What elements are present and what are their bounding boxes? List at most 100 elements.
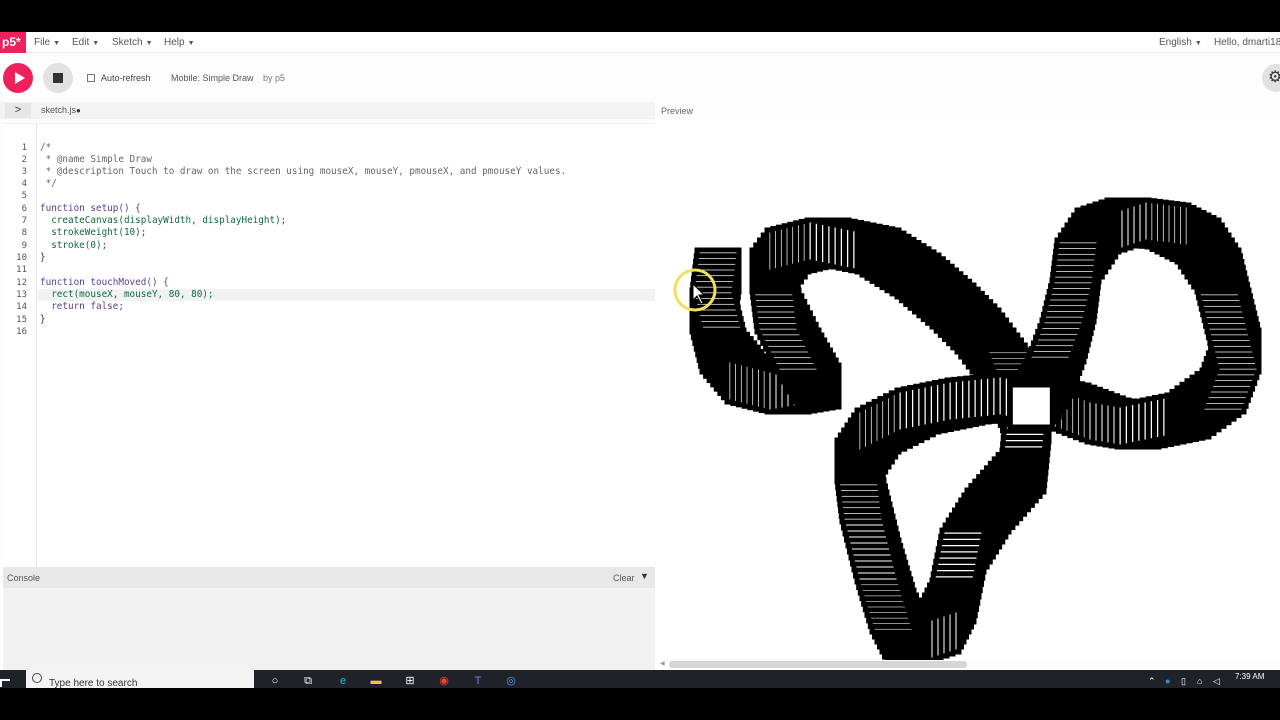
line-number: 5 — [21, 191, 27, 201]
line-number: 14 — [16, 302, 27, 312]
chevron-down-icon: ▼ — [53, 40, 61, 47]
p5-editor-window: p5* File ▼ Edit ▼ Sketch ▼ Help ▼ English ▼ H… — [0, 32, 1280, 670]
preview-title: Preview — [661, 106, 694, 116]
p5-logo[interactable]: p5* — [0, 32, 26, 53]
taskbar-search-placeholder: Type here to search — [49, 678, 138, 688]
sketch-drawing — [673, 197, 1262, 660]
code-line: stroke(0); — [40, 240, 108, 251]
sidebar-toggle-button[interactable]: > — [5, 103, 31, 118]
windows-taskbar: Type here to search ○ ⧉ e ▬ ⊞ ◉ T ◎ ⌃ ● … — [0, 670, 1280, 688]
code-line: createCanvas(displayWidth, displayHeight… — [40, 215, 287, 226]
code-line: function setup() { — [40, 203, 141, 214]
console-clear-button[interactable]: Clear — [613, 573, 635, 583]
line-number: 12 — [16, 278, 27, 288]
tray-chevron-up-icon[interactable]: ⌃ — [1148, 676, 1156, 687]
chevron-down-icon: ▼ — [92, 40, 100, 47]
editor-header: > sketch.js● — [0, 102, 655, 119]
line-number: 7 — [21, 216, 27, 226]
language-menu[interactable]: English ▼ — [1159, 32, 1202, 54]
code-line: rect(mouseX, mouseY, 80, 80); — [40, 289, 214, 300]
code-line: function touchMoved() { — [40, 277, 169, 288]
auto-refresh-checkbox[interactable] — [87, 74, 95, 82]
chevron-down-icon: ▼ — [1194, 40, 1202, 47]
file-tab-label: sketch.js — [41, 105, 77, 115]
code-line: * @description Touch to draw on the scre… — [40, 166, 567, 177]
clock[interactable]: 7:39 AM — [1235, 672, 1264, 681]
menu-file[interactable]: File ▼ — [34, 32, 60, 54]
stop-button[interactable] — [43, 63, 73, 93]
code-line: */ — [40, 178, 57, 189]
line-number: 10 — [16, 253, 27, 263]
menu-help[interactable]: Help ▼ — [164, 32, 195, 54]
task-view-icon[interactable]: ⧉ — [301, 674, 315, 688]
drawn-rect — [1007, 382, 1055, 430]
line-number: 11 — [16, 265, 27, 275]
chevron-right-icon: > — [14, 104, 22, 116]
taskbar-search-box[interactable]: Type here to search — [26, 670, 254, 688]
menu-bar: p5* File ▼ Edit ▼ Sketch ▼ Help ▼ English ▼ H… — [0, 32, 1280, 53]
line-number: 8 — [21, 228, 27, 238]
app-icon[interactable]: ◎ — [504, 674, 518, 688]
network-icon[interactable]: ⌂ — [1197, 676, 1202, 686]
console-header: Console Clear ▼ — [3, 567, 655, 588]
settings-button[interactable]: ⚙ — [1262, 64, 1280, 92]
gear-icon: ⚙ — [1268, 69, 1280, 86]
line-number: 4 — [21, 179, 27, 189]
file-tab[interactable]: sketch.js● — [41, 105, 81, 115]
menu-help-label: Help — [164, 37, 185, 48]
tray-icon[interactable]: ▯ — [1181, 676, 1186, 687]
menu-sketch-label: Sketch — [112, 37, 143, 48]
stop-icon — [53, 73, 63, 83]
onedrive-icon[interactable]: ● — [1165, 676, 1170, 686]
code-line: } — [40, 252, 46, 263]
code-line: return false; — [40, 301, 124, 312]
language-label: English — [1159, 37, 1192, 48]
line-number: 2 — [21, 155, 27, 165]
volume-icon[interactable]: ◁ — [1213, 676, 1220, 687]
store-icon[interactable]: ⊞ — [403, 674, 417, 688]
console-output[interactable] — [3, 588, 655, 670]
scroll-left-arrow-icon[interactable]: ◀ — [660, 660, 665, 667]
windows-logo-icon — [0, 679, 10, 687]
sketch-author: by p5 — [263, 73, 286, 83]
code-line: } — [40, 314, 46, 325]
preview-canvas[interactable] — [657, 120, 1280, 660]
cortana-icon[interactable]: ○ — [268, 674, 282, 688]
code-editor[interactable]: 1 2 3 4 5 6 7 8 9 10 11 12 13 14 15 16 /… — [3, 123, 655, 568]
screen: p5* File ▼ Edit ▼ Sketch ▼ Help ▼ English ▼ H… — [0, 0, 1280, 720]
line-number: 6 — [21, 204, 27, 214]
line-number: 13 — [16, 290, 27, 300]
line-number: 3 — [21, 167, 27, 177]
menu-edit-label: Edit — [72, 37, 90, 48]
code-line: * @name Simple Draw — [40, 154, 152, 165]
sketch-name[interactable]: Mobile: Simple Draw — [171, 73, 254, 83]
play-icon — [15, 72, 25, 84]
console-title: Console — [7, 573, 41, 583]
start-button[interactable] — [0, 670, 24, 688]
chrome-icon[interactable]: ◉ — [437, 674, 451, 688]
code-line: strokeWeight(10); — [40, 227, 147, 238]
line-number: 15 — [16, 315, 27, 325]
drawn-rectangles — [689, 197, 1262, 660]
line-number: 16 — [16, 327, 27, 337]
toolbar: Auto-refresh Mobile: Simple Draw by p5 ⚙ — [0, 54, 1280, 102]
chevron-down-icon[interactable]: ▼ — [640, 571, 649, 581]
chevron-down-icon: ▼ — [187, 40, 195, 47]
line-number: 9 — [21, 241, 27, 251]
menu-edit[interactable]: Edit ▼ — [72, 32, 99, 54]
user-menu[interactable]: Hello, dmarti18! — [1214, 32, 1280, 53]
code-line: /* — [40, 142, 52, 153]
edge-icon[interactable]: e — [336, 674, 350, 688]
line-number-gutter: 1 2 3 4 5 6 7 8 9 10 11 12 13 14 15 16 — [3, 124, 37, 568]
unsaved-dot-icon: ● — [76, 106, 81, 115]
line-number: 1 — [21, 143, 27, 153]
teams-icon[interactable]: T — [471, 674, 485, 688]
preview-horizontal-scrollbar[interactable] — [669, 661, 967, 668]
menu-sketch[interactable]: Sketch ▼ — [112, 32, 153, 54]
auto-refresh-label: Auto-refresh — [101, 73, 151, 83]
search-icon — [32, 673, 42, 683]
file-explorer-icon[interactable]: ▬ — [369, 674, 383, 688]
play-button[interactable] — [3, 63, 33, 93]
chevron-down-icon: ▼ — [145, 40, 153, 47]
menu-file-label: File — [34, 37, 51, 48]
